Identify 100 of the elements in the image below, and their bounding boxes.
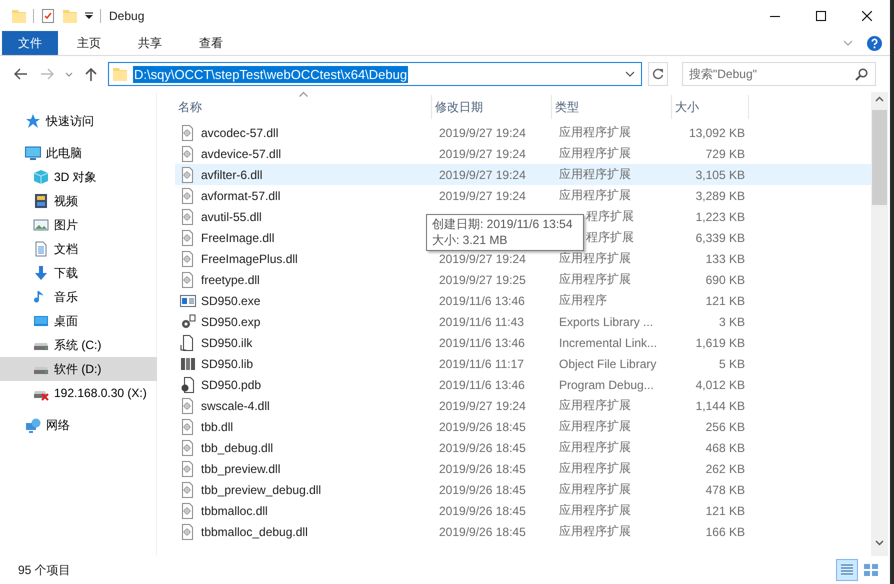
details-view-button[interactable] <box>836 559 858 581</box>
size-cell-text: 13,092 KB <box>688 126 746 140</box>
date-cell-text: 2019/9/27 19:24 <box>438 398 527 412</box>
scrollbar[interactable] <box>871 92 888 556</box>
type-cell-text: 程序扩展 <box>585 229 635 246</box>
chevron-down-icon[interactable] <box>625 71 635 77</box>
size-cell-text: 5 KB <box>718 356 746 370</box>
type-cell-text: 应用程序扩展 <box>558 439 632 456</box>
file-name[interactable]: SD950.exp <box>201 314 260 328</box>
size-cell-text: 166 KB <box>704 524 746 538</box>
scroll-thumb[interactable] <box>872 110 887 205</box>
film-icon <box>33 193 49 209</box>
ribbon-tab[interactable]: 共享 <box>120 31 180 55</box>
dll-file-icon <box>180 502 196 518</box>
size-cell-text: 3,289 KB <box>694 188 746 202</box>
file-name[interactable]: tbbmalloc.dll <box>201 504 268 518</box>
books-icon <box>180 356 196 372</box>
nav-item[interactable]: 快速访问 <box>0 109 157 133</box>
nav-item[interactable]: 图片 <box>0 213 157 237</box>
download-icon <box>33 265 49 281</box>
file-name[interactable]: avdevice-57.dll <box>201 146 282 160</box>
date-cell-text: 2019/11/6 13:46 <box>438 294 526 308</box>
date-cell-text: 2019/9/27 19:24 <box>438 126 527 140</box>
dll-file-icon <box>180 524 196 540</box>
file-name[interactable]: avcodec-57.dll <box>201 126 278 140</box>
date-cell-text: 2019/9/26 18:45 <box>438 504 527 518</box>
dll-file-icon <box>180 440 196 456</box>
type-cell-text: Object File Library <box>558 356 658 370</box>
date-cell-text: 2019/9/27 19:25 <box>438 272 527 286</box>
file-name[interactable]: avformat-57.dll <box>201 188 280 202</box>
nav-item[interactable]: 3D 对象 <box>0 165 157 189</box>
ribbon-tab[interactable]: 文件 <box>2 31 58 55</box>
checklist-icon[interactable] <box>40 8 56 24</box>
chevron-down-icon <box>65 72 73 76</box>
size-cell-text: 121 KB <box>704 504 746 518</box>
file-name[interactable]: tbb_preview.dll <box>201 462 280 476</box>
file-name[interactable]: tbb_preview_debug.dll <box>201 482 322 496</box>
dll-file-icon <box>180 166 196 182</box>
size-cell-text: 3,105 KB <box>694 168 746 182</box>
dll-file-icon <box>180 124 196 140</box>
type-cell-text: 应用程序扩展 <box>558 187 632 204</box>
refresh-button[interactable] <box>648 62 668 86</box>
dropdown-icon[interactable] <box>84 10 94 20</box>
nav-item[interactable]: 文档 <box>0 237 157 261</box>
item-count: 95 个项目 <box>18 562 72 578</box>
file-name[interactable]: avutil-55.dll <box>201 210 262 224</box>
date-cell-text: 2019/9/26 18:45 <box>438 462 527 476</box>
nav-item[interactable]: 系统 (C:) <box>0 333 157 357</box>
file-name[interactable]: FreeImage.dll <box>201 230 274 244</box>
help-icon[interactable] <box>867 36 882 50</box>
address-bar[interactable]: D:\sqy\OCCT\stepTest\webOCCtest\x64\Debug <box>108 62 642 86</box>
file-name[interactable]: tbbmalloc_debug.dll <box>201 524 308 538</box>
date-cell-text: 2019/9/26 18:45 <box>438 482 527 496</box>
nav-item[interactable]: 此电脑 <box>0 141 157 165</box>
date-cell-text: 2019/9/26 18:45 <box>438 524 527 538</box>
nav-item[interactable]: 软件 (D:) <box>0 357 157 381</box>
column-header[interactable]: 大小 <box>672 95 749 119</box>
nav-item[interactable]: 下载 <box>0 261 157 285</box>
type-cell-text: 应用程序扩展 <box>558 124 632 141</box>
right-arrow-icon <box>40 68 54 80</box>
nav-item[interactable]: 网络 <box>0 413 157 437</box>
refresh-icon <box>652 68 664 80</box>
nav-item[interactable]: 192.168.0.30 (X:) <box>0 381 157 405</box>
search-field[interactable]: 搜索"Debug" <box>682 62 876 86</box>
tooltip-text: 创建日期: 2019/11/6 13:54 <box>432 216 574 232</box>
nav-item[interactable]: 音乐 <box>0 285 157 309</box>
file-name[interactable]: SD950.ilk <box>201 336 252 350</box>
date-cell-text: 2019/9/27 19:24 <box>438 188 527 202</box>
file-name[interactable]: tbb.dll <box>201 420 234 434</box>
size-cell-text: 121 KB <box>704 294 746 308</box>
file-name[interactable]: freetype.dll <box>201 272 260 286</box>
file-name[interactable]: FreeImagePlus.dll <box>201 252 298 266</box>
maximize-icon <box>816 10 826 20</box>
file-name[interactable]: SD950.pdb <box>201 378 262 392</box>
star-icon <box>25 113 41 129</box>
column-header[interactable]: 修改日期 <box>432 95 552 119</box>
nav-item[interactable]: 桌面 <box>0 309 157 333</box>
column-header[interactable]: 类型 <box>552 95 672 119</box>
type-cell-text: 应用程序扩展 <box>558 145 632 162</box>
search-icon[interactable] <box>855 68 868 81</box>
file-name[interactable]: avfilter-6.dll <box>201 168 262 182</box>
folder-icon <box>11 8 27 24</box>
size-cell-text: 478 KB <box>704 482 746 496</box>
ribbon-tab[interactable]: 查看 <box>181 31 241 55</box>
file-name[interactable]: tbb_debug.dll <box>201 440 274 454</box>
size-cell-text: 1,223 KB <box>694 210 746 224</box>
ribbon-tab[interactable]: 主页 <box>59 31 119 55</box>
sort-caret-icon <box>299 92 308 97</box>
chevron-down-icon <box>875 540 884 546</box>
date-cell-text: 2019/11/6 11:17 <box>438 356 525 370</box>
file-name[interactable]: swscale-4.dll <box>201 398 270 412</box>
network-icon <box>25 417 41 433</box>
up-arrow-icon <box>85 67 97 81</box>
dll-file-icon <box>180 230 196 246</box>
type-cell-text: 应用程序扩展 <box>558 271 632 288</box>
nav-item[interactable]: 视频 <box>0 189 157 213</box>
column-header[interactable]: 名称 <box>175 95 432 119</box>
file-name[interactable]: SD950.lib <box>201 356 254 370</box>
file-name[interactable]: SD950.exe <box>201 294 260 308</box>
type-cell-text: 应用程序扩展 <box>558 250 632 267</box>
